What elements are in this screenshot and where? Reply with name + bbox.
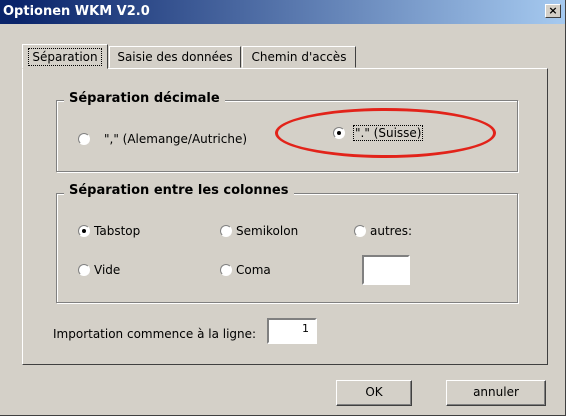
tab-separation-label: Séparation: [28, 48, 102, 66]
radio-tabstop[interactable]: Tabstop: [78, 224, 140, 238]
import-start-label: Importation commence à la ligne:: [53, 327, 257, 341]
column-separator-group-title: Séparation entre les colonnes: [64, 183, 294, 198]
title-bar[interactable]: Optionen WKM V2.0 ×: [0, 0, 565, 24]
radio-comma-decimal-indicator: [78, 133, 90, 145]
ok-button[interactable]: OK: [336, 380, 412, 406]
radio-coma-indicator: [220, 264, 232, 276]
radio-semikolon[interactable]: Semikolon: [220, 224, 298, 238]
ok-button-label: OK: [365, 385, 383, 399]
cancel-button[interactable]: annuler: [446, 380, 546, 406]
tab-chemin-label: Chemin d'accès: [251, 50, 347, 64]
radio-autres-indicator: [354, 225, 366, 237]
close-button[interactable]: ×: [545, 4, 561, 18]
radio-autres[interactable]: autres:: [354, 224, 412, 238]
decimal-separator-group-title: Séparation décimale: [64, 91, 225, 106]
radio-coma[interactable]: Coma: [220, 263, 271, 277]
radio-autres-label: autres:: [370, 224, 413, 238]
radio-comma-decimal[interactable]: "," (Alemange/Autriche): [78, 132, 247, 146]
radio-vide-indicator: [78, 264, 90, 276]
tab-saisie-label: Saisie des données: [117, 50, 233, 64]
import-start-line-input[interactable]: 1: [267, 318, 317, 344]
radio-tabstop-indicator: [78, 225, 90, 237]
radio-semikolon-indicator: [220, 225, 232, 237]
cancel-button-label: annuler: [473, 385, 519, 399]
radio-coma-label: Coma: [236, 263, 271, 277]
radio-vide-label: Vide: [94, 263, 121, 277]
other-separator-input[interactable]: [362, 255, 410, 285]
tab-chemin-d-acces[interactable]: Chemin d'accès: [242, 46, 356, 68]
tab-saisie-des-donnees[interactable]: Saisie des données: [109, 46, 241, 68]
tab-separation[interactable]: Séparation: [22, 44, 108, 69]
column-separator-group: [56, 193, 518, 303]
radio-tabstop-label: Tabstop: [94, 224, 141, 238]
import-start-line-value: 1: [302, 322, 309, 335]
radio-comma-decimal-label: "," (Alemange/Autriche): [104, 132, 248, 146]
close-icon: ×: [548, 4, 558, 17]
options-dialog: Optionen WKM V2.0 × Séparation Saisie de…: [0, 0, 566, 416]
radio-vide[interactable]: Vide: [78, 263, 120, 277]
radio-semikolon-label: Semikolon: [236, 224, 299, 238]
highlight-oval: [275, 108, 496, 158]
window-title: Optionen WKM V2.0: [3, 4, 150, 19]
